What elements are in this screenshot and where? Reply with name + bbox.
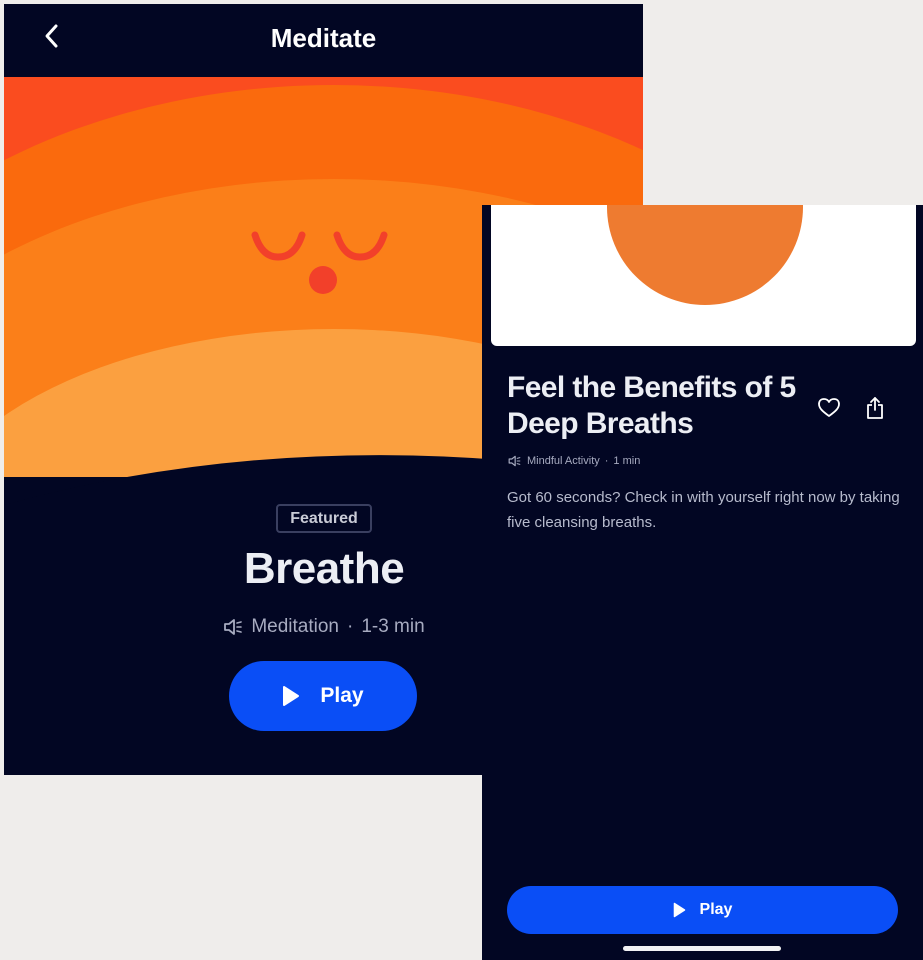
meta-duration: 1-3 min — [361, 616, 425, 637]
meta-category: Meditation — [251, 616, 339, 637]
activity-detail-screen: Feel the Benefits of 5 Deep Breaths Mind… — [482, 205, 923, 960]
meta-separator: · — [346, 616, 354, 637]
speaker-icon — [224, 619, 243, 635]
page-title: Meditate — [270, 23, 377, 53]
home-indicator[interactable] — [623, 946, 781, 951]
favorite-button[interactable] — [816, 395, 842, 421]
sun-illustration — [607, 205, 803, 305]
activity-description: Got 60 seconds? Check in with yourself r… — [507, 489, 900, 531]
meta-category: Mindful Activity — [527, 455, 600, 467]
play-label: Play — [699, 901, 733, 918]
play-icon — [283, 686, 300, 706]
share-icon — [867, 397, 883, 419]
activity-meta: Mindful Activity · 1 min — [507, 455, 640, 467]
session-meta: Meditation · 1-3 min — [144, 616, 504, 638]
top-bar: Meditate — [4, 4, 643, 77]
activity-title: Feel the Benefits of 5 Deep Breaths — [507, 371, 796, 440]
meta-duration: 1 min — [613, 455, 641, 467]
play-icon — [673, 902, 685, 918]
heart-icon — [818, 398, 840, 417]
play-button[interactable]: Play — [229, 661, 417, 731]
play-label: Play — [320, 684, 364, 707]
session-title: Breathe — [243, 544, 405, 593]
share-button[interactable] — [863, 394, 887, 422]
meta-separator: · — [604, 455, 609, 467]
play-button[interactable]: Play — [507, 886, 898, 934]
featured-badge: Featured — [276, 504, 372, 533]
speaker-icon — [508, 455, 521, 467]
activity-artwork — [491, 205, 916, 346]
